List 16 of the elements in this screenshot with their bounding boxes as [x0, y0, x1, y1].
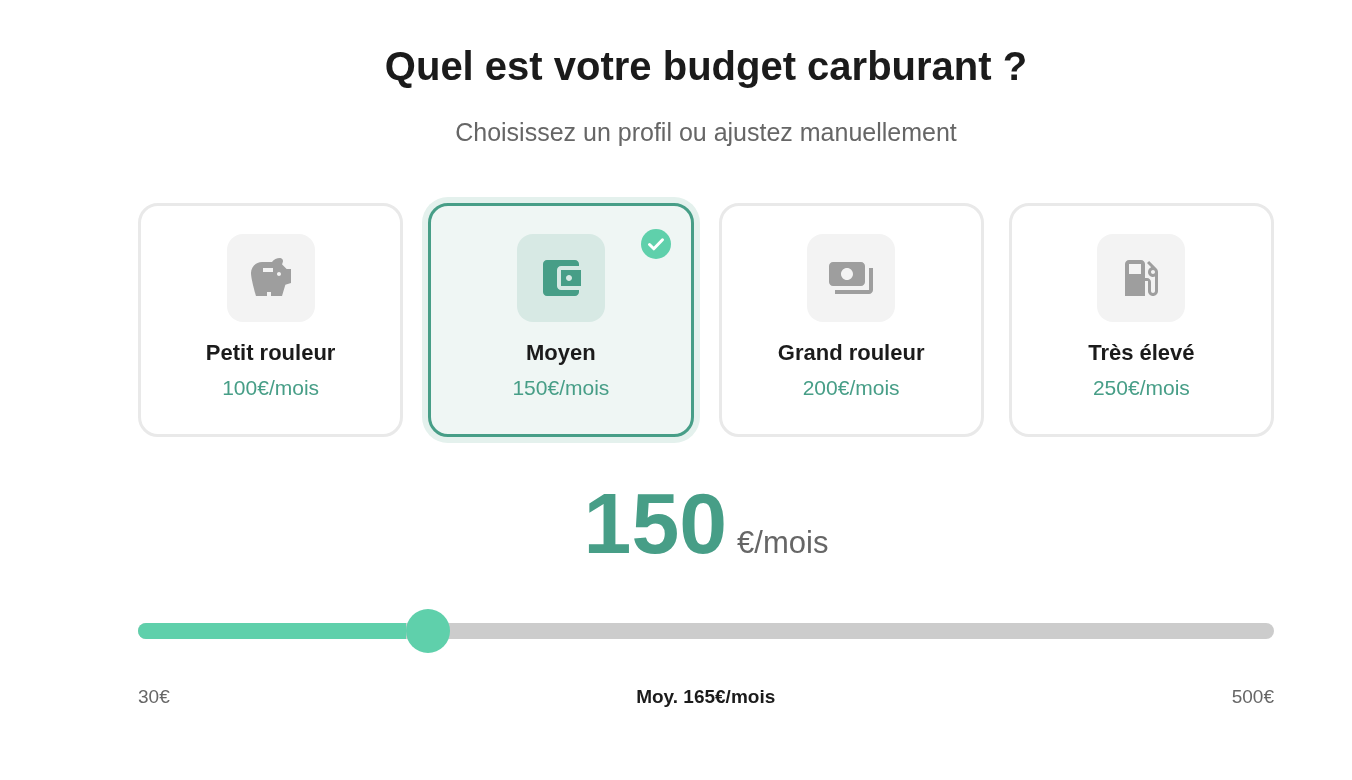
profile-card[interactable]: Petit rouleur 100€/mois: [138, 203, 404, 437]
piggy-bank-icon: [226, 234, 315, 322]
amount-value: 150: [583, 480, 728, 566]
fuel-pump-icon: [1097, 234, 1186, 322]
page-title: Quel est votre budget carburant ?: [383, 43, 1029, 90]
amount-unit: €/mois: [737, 526, 829, 560]
slider-min-label: 30€: [138, 686, 170, 708]
page-subtitle: Choisissez un profil ou ajustez manuellement: [454, 117, 958, 147]
profile-card[interactable]: Grand rouleur 200€/mois: [718, 203, 984, 437]
slider-thumb[interactable]: [405, 609, 450, 653]
profile-card[interactable]: Très élevé 250€/mois: [1008, 203, 1274, 437]
slider-max-label: 500€: [1231, 686, 1274, 708]
wallet-icon: [516, 234, 605, 322]
average-label: Moy. 165€/mois: [635, 686, 776, 708]
banknotes-icon: [807, 234, 896, 322]
check-icon: [640, 229, 671, 259]
